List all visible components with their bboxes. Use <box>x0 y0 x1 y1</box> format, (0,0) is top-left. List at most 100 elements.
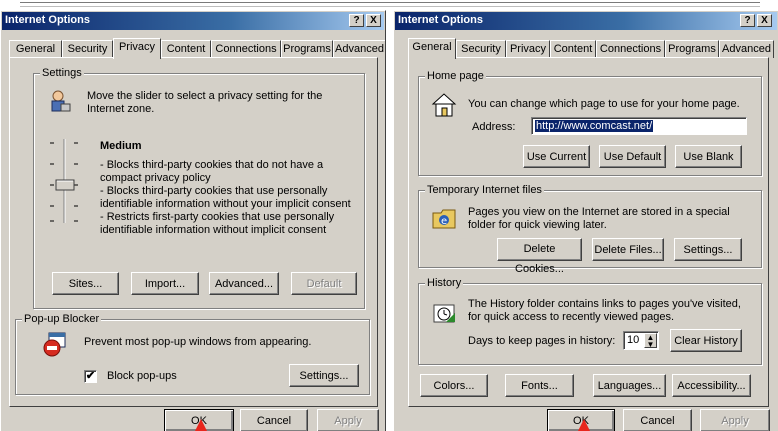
popup-settings-label: Settings... <box>299 369 349 382</box>
languages-label: Languages... <box>597 379 662 392</box>
home-page-address-input[interactable]: http://www.comcast.net/ <box>531 117 747 135</box>
popup-legend: Pop-up Blocker <box>22 313 102 325</box>
use-default-label: Use Default <box>603 150 662 163</box>
privacy-level: Medium <box>100 140 142 152</box>
privacy-bullet-3: - Restricts first-party cookies that use… <box>100 211 335 236</box>
popup-description: Prevent most pop-up windows from appeari… <box>84 336 312 348</box>
help-button[interactable]: ? <box>740 14 755 27</box>
apply-button[interactable]: Apply <box>317 409 379 431</box>
cancel-label: Cancel <box>256 414 292 427</box>
default-button[interactable]: Default <box>291 272 357 295</box>
tab-content[interactable]: Content <box>161 40 211 58</box>
delete-files-label: Delete Files... <box>594 243 662 256</box>
temp-settings-label: Settings... <box>683 243 733 256</box>
delete-files-button[interactable]: Delete Files... <box>592 238 664 261</box>
block-popups-label: Block pop-ups <box>107 370 177 382</box>
tab-general[interactable]: General <box>9 40 62 58</box>
pointer-arrow-icon <box>578 419 590 431</box>
history-description: The History folder contains links to pag… <box>468 298 741 323</box>
tab-connections[interactable]: Connections <box>596 40 665 58</box>
background-strip <box>0 0 778 10</box>
privacy-slider[interactable] <box>44 135 84 225</box>
block-popups-checkbox[interactable]: ✔ <box>84 370 97 383</box>
fonts-button[interactable]: Fonts... <box>505 374 574 397</box>
history-legend: History <box>425 277 464 289</box>
days-value: 10 <box>627 334 640 346</box>
settings-legend: Settings <box>40 67 84 79</box>
accessibility-label: Accessibility... <box>677 379 746 392</box>
tab-privacy[interactable]: Privacy <box>506 40 550 58</box>
default-label: Default <box>306 277 342 290</box>
privacy-panel: Settings Move the slider to select a pri… <box>9 57 378 407</box>
use-current-label: Use Current <box>526 150 587 163</box>
svg-text:e: e <box>441 216 447 227</box>
clear-history-button[interactable]: Clear History <box>670 329 742 352</box>
window-title: Internet Options <box>398 14 483 26</box>
import-button[interactable]: Import... <box>131 272 199 295</box>
tab-general[interactable]: General <box>408 38 456 59</box>
home-page-description: You can change which page to use for you… <box>468 98 740 110</box>
general-panel: Home page You can change which page to u… <box>408 57 769 407</box>
cancel-button[interactable]: Cancel <box>240 409 308 431</box>
privacy-bullet-2: - Blocks third-party cookies that use pe… <box>100 185 351 210</box>
home-page-icon <box>431 93 457 117</box>
temp-settings-button[interactable]: Settings... <box>674 238 742 261</box>
internet-options-window-privacy: Internet Options ? X General Security Pr… <box>0 10 386 431</box>
import-label: Import... <box>144 277 186 290</box>
use-blank-button[interactable]: Use Blank <box>675 145 742 168</box>
spin-arrows-icon[interactable]: ▲ ▼ <box>644 333 657 349</box>
title-bar[interactable]: Internet Options ? X <box>395 12 777 30</box>
sites-label: Sites... <box>68 277 103 290</box>
use-default-button[interactable]: Use Default <box>599 145 666 168</box>
popup-blocker-icon <box>43 332 66 357</box>
close-button[interactable]: X <box>366 14 381 27</box>
window-title: Internet Options <box>5 14 90 26</box>
temp-files-legend: Temporary Internet files <box>425 184 544 196</box>
title-bar[interactable]: Internet Options ? X <box>2 12 384 30</box>
cancel-label: Cancel <box>640 414 675 427</box>
history-icon <box>433 304 455 323</box>
apply-label: Apply <box>721 414 749 427</box>
privacy-intro-text: Move the slider to select a privacy sett… <box>87 90 323 115</box>
address-label: Address: <box>472 121 516 133</box>
delete-cookies-button[interactable]: Delete Cookies... <box>497 238 582 275</box>
tab-security[interactable]: Security <box>456 40 506 58</box>
apply-label: Apply <box>334 414 362 427</box>
internet-options-window-general: Internet Options ? X General Security Pr… <box>393 10 778 431</box>
delete-cookies-label: Delete Cookies... <box>515 243 564 275</box>
window-gap <box>386 10 393 431</box>
privacy-settings-icon <box>51 90 71 112</box>
fonts-label: Fonts... <box>521 379 558 392</box>
apply-button[interactable]: Apply <box>700 409 770 431</box>
tab-security[interactable]: Security <box>62 40 113 58</box>
tab-advanced[interactable]: Advanced <box>333 40 385 58</box>
use-blank-label: Use Blank <box>683 150 734 163</box>
temp-files-description: Pages you view on the Internet are store… <box>468 206 730 231</box>
advanced-button[interactable]: Advanced... <box>209 272 279 295</box>
advanced-label: Advanced... <box>214 277 274 290</box>
sites-button[interactable]: Sites... <box>52 272 119 295</box>
history-group: History <box>418 277 762 365</box>
colors-button[interactable]: Colors... <box>420 374 488 397</box>
tab-privacy[interactable]: Privacy <box>113 38 161 59</box>
tab-content[interactable]: Content <box>550 40 596 58</box>
clear-history-label: Clear History <box>674 334 738 347</box>
languages-button[interactable]: Languages... <box>593 374 666 397</box>
address-value: http://www.comcast.net/ <box>535 120 654 132</box>
temp-files-icon: e <box>432 209 456 229</box>
strip-divider <box>20 2 760 7</box>
home-page-legend: Home page <box>425 70 486 82</box>
use-current-button[interactable]: Use Current <box>523 145 590 168</box>
popup-settings-button[interactable]: Settings... <box>289 364 359 387</box>
tab-programs[interactable]: Programs <box>665 40 719 58</box>
tab-connections[interactable]: Connections <box>211 40 281 58</box>
days-label: Days to keep pages in history: <box>468 335 616 347</box>
close-button[interactable]: X <box>757 14 772 27</box>
accessibility-button[interactable]: Accessibility... <box>672 374 751 397</box>
tab-programs[interactable]: Programs <box>281 40 333 58</box>
tab-advanced[interactable]: Advanced <box>719 40 774 58</box>
help-button[interactable]: ? <box>349 14 364 27</box>
colors-label: Colors... <box>433 379 475 392</box>
days-spinner[interactable]: 10 ▲ ▼ <box>623 331 659 350</box>
cancel-button[interactable]: Cancel <box>623 409 692 431</box>
